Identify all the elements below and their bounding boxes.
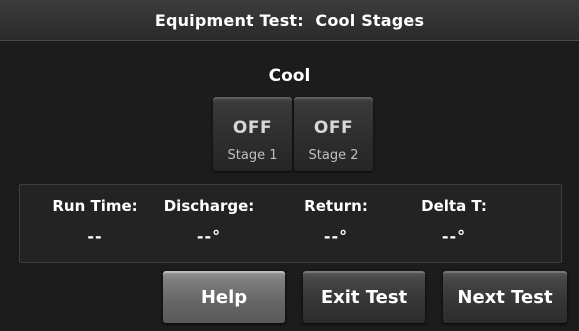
thermostat-screen: Equipment Test: Cool Stages Cool OFF Sta… [0,0,579,331]
help-button[interactable]: Help [163,271,285,323]
run-time-readout: Run Time: -- [35,197,155,246]
stage-2-state: OFF [313,118,354,138]
cool-section-label: Cool [268,66,311,86]
delta-t-value: --° [441,227,467,246]
readout-panel: Run Time: -- Discharge: --° Return: --° … [19,184,562,263]
return-label: Return: [304,197,368,215]
run-time-value: -- [87,227,103,246]
discharge-value: --° [196,227,222,246]
header-bar: Equipment Test: Cool Stages [0,0,579,41]
discharge-readout: Discharge: --° [149,197,269,246]
exit-test-button[interactable]: Exit Test [303,271,425,323]
next-test-button[interactable]: Next Test [443,271,567,323]
stage-button-group: OFF Stage 1 OFF Stage 2 [213,97,373,171]
run-time-label: Run Time: [52,197,138,215]
stage-2-label: Stage 2 [308,148,359,163]
delta-t-label: Delta T: [421,197,487,215]
stage-1-state: OFF [232,118,273,138]
page-title: Equipment Test: Cool Stages [154,10,425,30]
return-readout: Return: --° [276,197,396,246]
return-value: --° [323,227,349,246]
stage-1-toggle-button[interactable]: OFF Stage 1 [213,97,292,171]
stage-2-toggle-button[interactable]: OFF Stage 2 [294,97,373,171]
delta-t-readout: Delta T: --° [394,197,514,246]
stage-1-label: Stage 1 [227,148,278,163]
discharge-label: Discharge: [163,197,255,215]
